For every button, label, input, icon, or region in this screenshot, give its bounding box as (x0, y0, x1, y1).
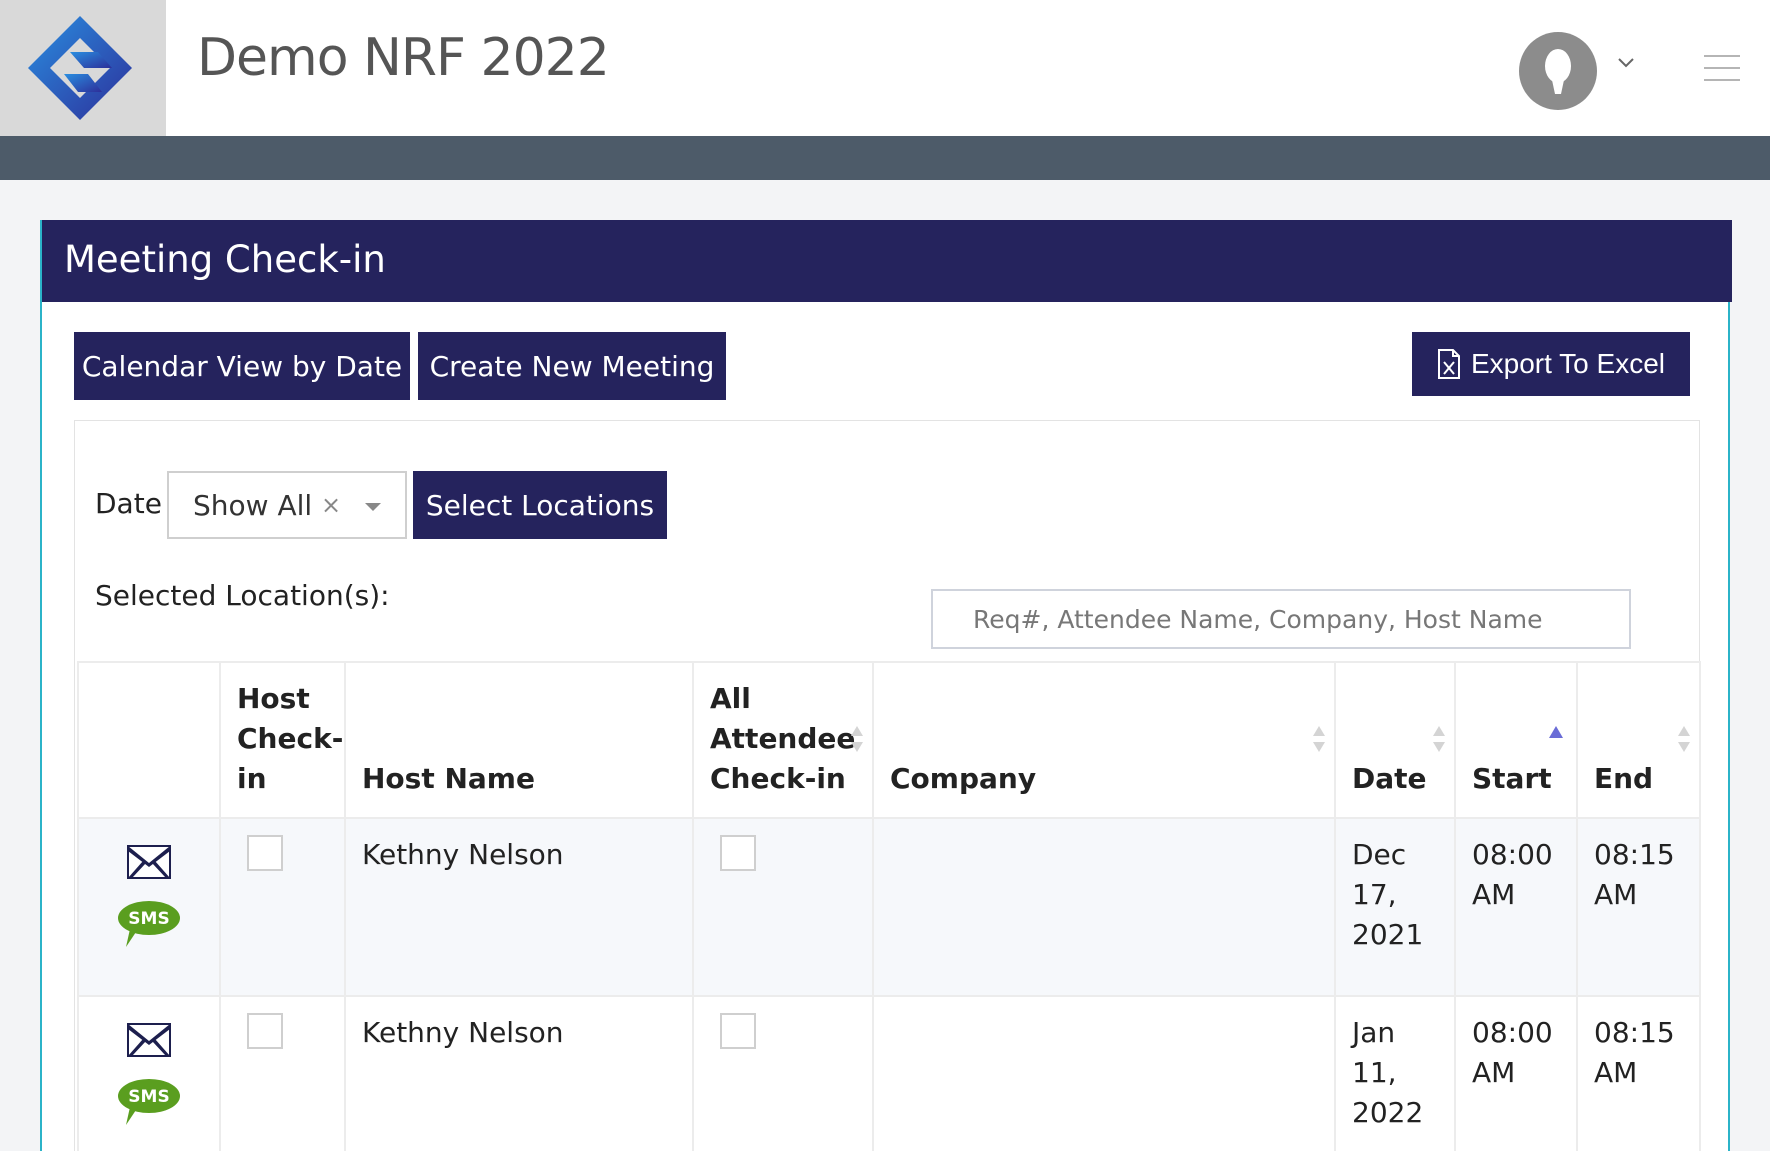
filter-and-table-area: Date Show All × Select Locations Selecte… (74, 420, 1701, 1151)
host-checkin-checkbox[interactable] (247, 1013, 283, 1049)
date-cell: Dec 17, 2021 (1334, 817, 1456, 997)
attendee-checkin-cell (692, 995, 874, 1151)
meetings-table: Host Check-in Host Name All Attendee Che… (77, 661, 1701, 1151)
search-input[interactable] (931, 589, 1631, 649)
logo[interactable] (0, 0, 166, 136)
host-checkin-cell (219, 995, 346, 1151)
date-cell: Jan 11, 2022 (1334, 995, 1456, 1151)
create-meeting-button[interactable]: Create New Meeting (418, 332, 726, 400)
email-icon[interactable] (127, 845, 171, 879)
col-actions (77, 661, 221, 819)
sort-ascending-icon[interactable] (1548, 725, 1564, 739)
sort-icon[interactable] (850, 725, 864, 753)
sort-icon[interactable] (1312, 725, 1326, 753)
table-header-row: Host Check-in Host Name All Attendee Che… (77, 661, 1701, 819)
col-start[interactable]: Start (1454, 661, 1578, 819)
user-avatar-icon (1545, 49, 1571, 94)
row-actions: SMS (77, 817, 221, 997)
sms-icon[interactable]: SMS (116, 899, 182, 949)
attendee-checkin-cell (692, 817, 874, 997)
hamburger-menu-icon[interactable] (1704, 54, 1740, 84)
user-avatar[interactable] (1519, 32, 1597, 110)
col-date[interactable]: Date (1334, 661, 1456, 819)
col-host-checkin[interactable]: Host Check-in (219, 661, 346, 819)
company-cell (872, 817, 1336, 997)
calendar-view-button[interactable]: Calendar View by Date (74, 332, 410, 400)
nav-bar (0, 136, 1770, 180)
email-icon[interactable] (127, 1023, 171, 1057)
export-excel-button[interactable]: Export To Excel (1412, 332, 1690, 396)
start-cell: 08:00 AM (1454, 817, 1578, 997)
logo-icon (28, 16, 132, 120)
host-checkin-checkbox[interactable] (247, 835, 283, 871)
start-cell: 08:00 AM (1454, 995, 1578, 1151)
meeting-checkin-panel: Meeting Check-in Calendar View by Date C… (40, 220, 1732, 1151)
attendee-checkin-checkbox[interactable] (720, 835, 756, 871)
row-actions: SMS (77, 995, 221, 1151)
date-filter-label: Date (95, 487, 162, 520)
panel-header: Meeting Check-in (42, 220, 1732, 302)
host-name-cell: Kethny Nelson (344, 995, 694, 1151)
app-title: Demo NRF 2022 (197, 28, 610, 88)
top-bar: Demo NRF 2022 (0, 0, 1770, 136)
date-filter-select[interactable]: Show All × (167, 471, 407, 539)
host-checkin-cell (219, 817, 346, 997)
col-end[interactable]: End (1576, 661, 1701, 819)
date-filter-value: Show All (193, 489, 313, 522)
panel-title: Meeting Check-in (64, 238, 386, 281)
table-row: SMS Kethny Nelson Jan 11, 2022 08:00 AM … (77, 995, 1701, 1151)
sort-icon[interactable] (1677, 725, 1691, 753)
dropdown-arrow-icon[interactable] (365, 503, 381, 511)
attendee-checkin-checkbox[interactable] (720, 1013, 756, 1049)
svg-text:SMS: SMS (128, 909, 169, 929)
end-cell: 08:15 AM (1576, 995, 1701, 1151)
chevron-down-icon[interactable] (1616, 56, 1636, 70)
clear-icon[interactable]: × (321, 491, 341, 519)
col-host-name[interactable]: Host Name (344, 661, 694, 819)
svg-text:SMS: SMS (128, 1087, 169, 1107)
table-row: SMS Kethny Nelson Dec 17, 2021 08:00 AM … (77, 817, 1701, 997)
export-excel-label: Export To Excel (1470, 348, 1666, 379)
col-company[interactable]: Company (872, 661, 1336, 819)
excel-file-icon (1437, 349, 1460, 379)
col-attendee-checkin[interactable]: All Attendee Check-in (692, 661, 874, 819)
sms-icon[interactable]: SMS (116, 1077, 182, 1127)
host-name-cell: Kethny Nelson (344, 817, 694, 997)
selected-locations-label: Selected Location(s): (95, 579, 390, 612)
sort-icon[interactable] (1432, 725, 1446, 753)
end-cell: 08:15 AM (1576, 817, 1701, 997)
company-cell (872, 995, 1336, 1151)
select-locations-button[interactable]: Select Locations (413, 471, 667, 539)
